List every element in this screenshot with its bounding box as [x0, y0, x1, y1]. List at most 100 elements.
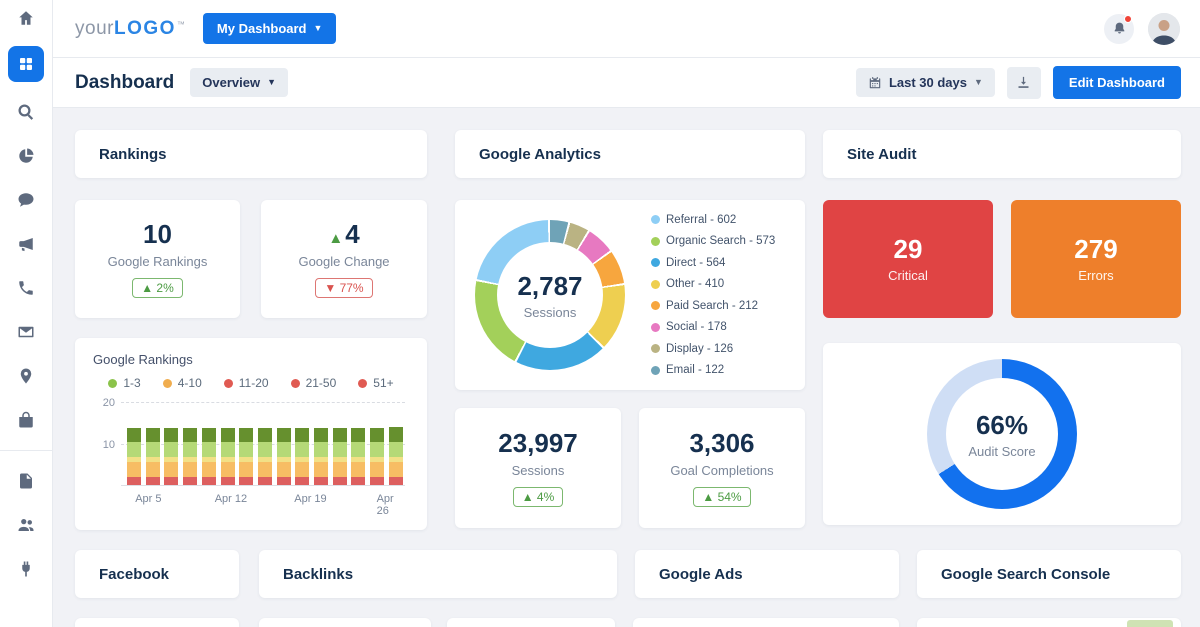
google-change-value: ▲4 [328, 220, 359, 249]
sidebar-item-local[interactable] [8, 358, 44, 394]
bar-segment-4-10 [202, 442, 216, 457]
my-dashboard-button[interactable]: My Dashboard ▼ [203, 13, 337, 44]
bar-segment-21-50 [164, 462, 178, 477]
bar-segment-21-50 [146, 462, 160, 477]
legend-dot-icon [651, 344, 660, 353]
sidebar-item-messages[interactable] [8, 182, 44, 218]
date-range-selector[interactable]: Last 30 days ▼ [856, 68, 995, 97]
bar-segment-51+ [258, 477, 272, 485]
legend-item: 11-20 [224, 376, 269, 390]
sidebar-item-search[interactable] [8, 94, 44, 130]
bar-segment-1-3 [239, 428, 253, 443]
edit-dashboard-label: Edit Dashboard [1069, 75, 1165, 90]
bar-segment-1-3 [333, 428, 347, 443]
main-area: yourLOGO™ My Dashboard ▼ Dashboard Overv… [53, 0, 1200, 627]
legend-dot-icon [651, 237, 660, 246]
home-icon[interactable] [8, 0, 44, 36]
x-axis-tick-label: Apr 12 [215, 493, 247, 505]
google-change-badge: ▼ 77% [315, 278, 372, 298]
legend-dot-icon [108, 379, 117, 388]
bar-segment-51+ [389, 477, 403, 485]
backlinks-section-title: Backlinks [283, 566, 353, 583]
sidebar-item-reports[interactable] [8, 463, 44, 499]
sessions-stat-card: 23,997 Sessions ▲ 4% [455, 408, 621, 528]
download-button[interactable] [1007, 67, 1041, 99]
legend-label: Email - 122 [666, 364, 724, 376]
bars-container [127, 402, 403, 485]
pie-chart-icon [17, 147, 35, 165]
user-avatar[interactable] [1148, 13, 1180, 45]
sessions-donut-center: 2,787 Sessions [497, 242, 603, 348]
legend-item: 1-3 [108, 376, 140, 390]
critical-value: 29 [894, 235, 923, 264]
stacked-bar [258, 402, 272, 485]
bar-segment-51+ [183, 477, 197, 485]
sidebar-item-clients[interactable] [8, 507, 44, 543]
my-dashboard-label: My Dashboard [217, 21, 307, 36]
legend-dot-icon [291, 379, 300, 388]
google-ads-section-title: Google Ads [659, 566, 743, 583]
location-pin-icon [17, 367, 35, 385]
bar-segment-1-3 [221, 428, 235, 443]
sidebar-item-integrations[interactable] [8, 551, 44, 587]
legend-label: Direct - 564 [666, 257, 725, 269]
bar-segment-51+ [202, 477, 216, 485]
bar-segment-4-10 [239, 442, 253, 457]
sidebar-item-dashboard[interactable] [8, 46, 44, 82]
logo-text-your: your [75, 18, 114, 40]
stacked-bar [389, 402, 403, 485]
sessions-value: 23,997 [498, 429, 578, 458]
page-header: Dashboard Overview ▼ Last 30 days ▼ Edit… [53, 58, 1200, 108]
sessions-label: Sessions [512, 463, 565, 478]
stacked-bar [370, 402, 384, 485]
google-rankings-change-badge: ▲ 2% [132, 278, 183, 298]
bar-segment-4-10 [164, 442, 178, 457]
megaphone-icon [17, 235, 35, 253]
stacked-bar [202, 402, 216, 485]
dashboard-content: Rankings 10 Google Rankings ▲ 2% ▲4 Goog… [53, 108, 1200, 627]
bar-segment-51+ [351, 477, 365, 485]
critical-label: Critical [888, 268, 928, 283]
logo[interactable]: yourLOGO™ [75, 18, 185, 40]
bar-segment-21-50 [277, 462, 291, 477]
bar-segment-4-10 [127, 442, 141, 457]
bar-segment-1-3 [183, 428, 197, 443]
legend-label: 11-20 [239, 376, 269, 390]
bar-segment-4-10 [295, 442, 309, 457]
site-audit-section-title: Site Audit [847, 146, 916, 163]
partial-card [447, 618, 615, 627]
legend-label: 4-10 [178, 376, 202, 390]
bar-segment-51+ [164, 477, 178, 485]
sidebar-item-analytics[interactable] [8, 138, 44, 174]
goal-completions-change-badge: ▲ 54% [693, 487, 750, 507]
sidebar-item-campaigns[interactable] [8, 226, 44, 262]
rankings-chart-title: Google Rankings [93, 352, 409, 367]
bar-segment-1-3 [370, 428, 384, 443]
sidebar-item-calls[interactable] [8, 270, 44, 306]
view-selector[interactable]: Overview ▼ [190, 68, 288, 97]
bar-segment-4-10 [183, 442, 197, 457]
bar-segment-21-50 [258, 462, 272, 477]
stacked-bar [314, 402, 328, 485]
rankings-chart-legend: 1-34-1011-2021-5051+ [93, 376, 409, 390]
sidebar-item-email[interactable] [8, 314, 44, 350]
audit-score-donut-chart: 66% Audit Score [927, 359, 1077, 509]
stacked-bar [127, 402, 141, 485]
bar-segment-4-10 [277, 442, 291, 457]
bar-segment-21-50 [314, 462, 328, 477]
bar-segment-51+ [333, 477, 347, 485]
legend-dot-icon [163, 379, 172, 388]
sessions-change-badge: ▲ 4% [513, 487, 564, 507]
logo-text-logo: LOGO [114, 18, 176, 40]
bar-segment-51+ [295, 477, 309, 485]
goal-completions-stat-card: 3,306 Goal Completions ▲ 54% [639, 408, 805, 528]
notifications-button[interactable] [1104, 14, 1134, 44]
bar-segment-4-10 [146, 442, 160, 457]
bar-segment-51+ [127, 477, 141, 485]
chat-bubble-icon [17, 191, 35, 209]
sidebar-item-ecommerce[interactable] [8, 402, 44, 438]
bar-segment-21-50 [389, 462, 403, 477]
audit-score-card: 66% Audit Score [823, 343, 1181, 525]
edit-dashboard-button[interactable]: Edit Dashboard [1053, 66, 1181, 99]
bar-segment-21-50 [221, 462, 235, 477]
